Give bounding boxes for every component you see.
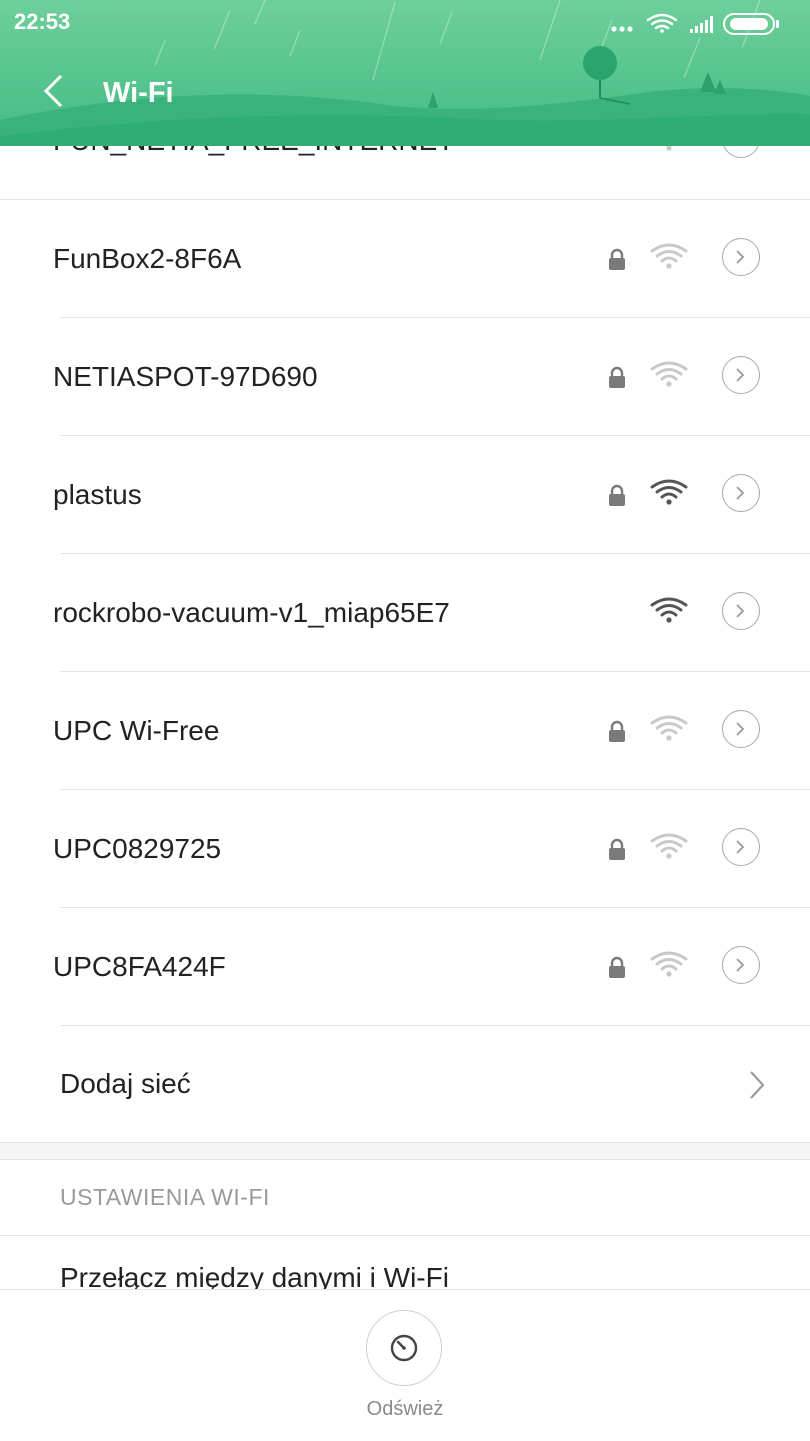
refresh-icon	[390, 1334, 418, 1362]
bottom-action-bar: Odśwież	[0, 1289, 810, 1441]
add-network-row[interactable]: Dodaj sieć	[0, 1026, 810, 1142]
network-ssid: UPC0829725	[53, 833, 222, 864]
refresh-button[interactable]	[366, 1310, 442, 1386]
network-details-button[interactable]	[722, 946, 760, 984]
wifi-signal-icon	[650, 597, 688, 623]
section-divider	[0, 1142, 810, 1160]
lock-icon	[609, 484, 625, 506]
chevron-right-icon	[736, 604, 745, 618]
wifi-settings-section-title: USTAWIENIA WI-FI	[0, 1160, 810, 1236]
back-button[interactable]	[42, 74, 82, 118]
status-icons	[611, 13, 779, 35]
status-bar: 22:53	[0, 0, 810, 46]
network-row[interactable]: UPC0829725	[53, 790, 810, 908]
network-details-button[interactable]	[722, 238, 760, 276]
add-network-label: Dodaj sieć	[60, 1068, 191, 1099]
switch-data-wifi-row[interactable]: Przełącz między danymi i Wi-Fi	[0, 1236, 810, 1290]
status-time: 22:53	[14, 9, 71, 34]
network-ssid: NETIASPOT-97D690	[53, 361, 318, 392]
network-details-button[interactable]	[722, 828, 760, 866]
battery-icon	[723, 13, 779, 35]
chevron-right-icon	[736, 368, 745, 382]
back-arrow-icon	[43, 74, 63, 108]
network-list: FUN_NETIA_FREE_INTERNETFunBox2-8F6ANETIA…	[0, 82, 810, 1290]
more-dots-icon	[611, 26, 633, 32]
network-ssid: UPC Wi-Free	[53, 715, 220, 746]
network-details-button[interactable]	[722, 592, 760, 630]
network-row[interactable]: NETIASPOT-97D690	[53, 318, 810, 436]
wifi-signal-icon	[650, 361, 688, 387]
network-ssid: UPC8FA424F	[53, 951, 226, 982]
refresh-label: Odśwież	[366, 1398, 444, 1420]
page-title: Wi-Fi	[103, 77, 174, 109]
wifi-signal-icon	[650, 715, 688, 741]
wifi-status-icon	[646, 13, 678, 33]
lock-icon	[609, 838, 625, 860]
wifi-signal-icon	[650, 951, 688, 977]
network-row[interactable]: UPC8FA424F	[53, 908, 810, 1026]
network-row[interactable]: FunBox2-8F6A	[53, 200, 810, 318]
app-header: 22:53 Wi-Fi	[0, 0, 810, 146]
wifi-signal-icon	[650, 479, 688, 505]
network-row[interactable]: plastus	[53, 436, 810, 554]
lock-icon	[609, 248, 625, 270]
lock-icon	[609, 956, 625, 978]
wifi-signal-icon	[650, 833, 688, 859]
switch-data-wifi-label: Przełącz między danymi i Wi-Fi	[60, 1262, 449, 1290]
lock-icon	[609, 720, 625, 742]
network-ssid: rockrobo-vacuum-v1_miap65E7	[53, 597, 450, 628]
network-row[interactable]: UPC Wi-Free	[53, 672, 810, 790]
network-details-button[interactable]	[722, 474, 760, 512]
lock-icon	[609, 366, 625, 388]
network-ssid: FunBox2-8F6A	[53, 243, 242, 274]
chevron-right-icon	[736, 722, 745, 736]
chevron-right-icon	[736, 250, 745, 264]
chevron-right-icon	[736, 840, 745, 854]
network-details-button[interactable]	[722, 356, 760, 394]
chevron-right-icon	[736, 958, 745, 972]
network-ssid: plastus	[53, 479, 142, 510]
network-row[interactable]: rockrobo-vacuum-v1_miap65E7	[53, 554, 810, 672]
chevron-right-icon	[750, 1071, 765, 1099]
chevron-right-icon	[736, 486, 745, 500]
cellular-signal-icon	[690, 16, 713, 33]
network-details-button[interactable]	[722, 710, 760, 748]
wifi-signal-icon	[650, 243, 688, 269]
